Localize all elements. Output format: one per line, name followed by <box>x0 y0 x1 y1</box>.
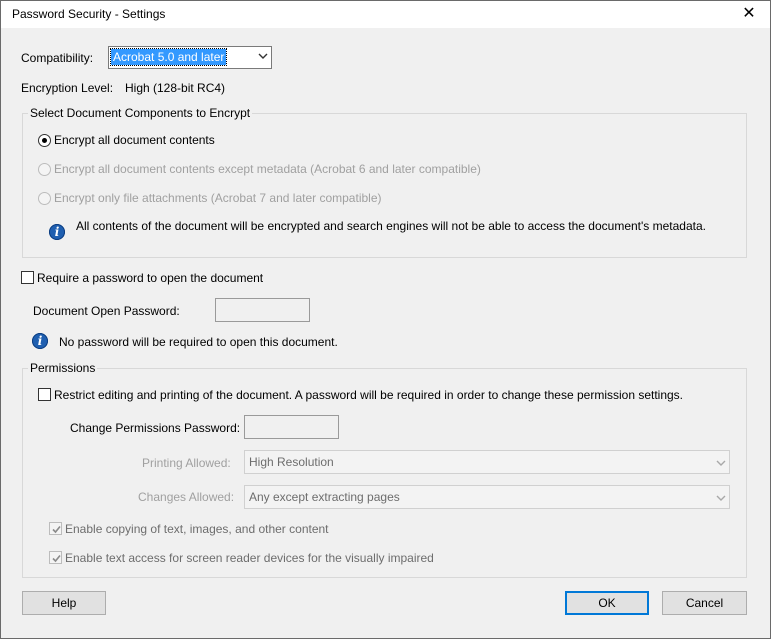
restrict-editing-checkbox[interactable] <box>38 388 51 401</box>
radio-encrypt-all-label[interactable]: Encrypt all document contents <box>54 133 215 147</box>
changes-allowed-select[interactable]: Any except extracting pages <box>244 485 730 509</box>
chevron-down-icon <box>716 460 726 466</box>
open-password-input[interactable] <box>215 298 310 322</box>
radio-encrypt-attachments-label[interactable]: Encrypt only file attachments (Acrobat 7… <box>54 191 382 205</box>
components-info-text: All contents of the document will be enc… <box>76 219 706 233</box>
change-permissions-password-label: Change Permissions Password: <box>70 421 241 435</box>
help-button[interactable]: Help <box>22 591 106 615</box>
radio-encrypt-except-metadata[interactable] <box>38 163 51 176</box>
checkmark-icon <box>52 554 61 563</box>
printing-allowed-label: Printing Allowed: <box>142 456 231 470</box>
change-permissions-password-input[interactable] <box>244 415 339 439</box>
radio-encrypt-all[interactable] <box>38 134 51 147</box>
enable-copying-checkbox[interactable] <box>49 522 62 535</box>
chevron-down-icon <box>716 495 726 501</box>
enable-screen-reader-label[interactable]: Enable text access for screen reader dev… <box>65 551 434 565</box>
compatibility-label: Compatibility: <box>21 51 94 65</box>
close-button[interactable]: ✕ <box>737 3 761 25</box>
changes-allowed-label: Changes Allowed: <box>138 490 235 504</box>
encryption-level-label: Encryption Level: <box>21 81 114 95</box>
cancel-button[interactable]: Cancel <box>662 591 747 615</box>
require-open-password-label[interactable]: Require a password to open the document <box>37 271 263 285</box>
permissions-legend: Permissions <box>28 361 98 375</box>
radio-encrypt-attachments[interactable] <box>38 192 51 205</box>
restrict-editing-label[interactable]: Restrict editing and printing of the doc… <box>54 388 683 402</box>
encryption-level-value: High (128-bit RC4) <box>125 81 226 95</box>
require-open-password-checkbox[interactable] <box>21 271 34 284</box>
window-title: Password Security - Settings <box>12 7 166 21</box>
ok-button[interactable]: OK <box>565 591 649 615</box>
info-icon: i <box>49 224 65 240</box>
chevron-down-icon <box>258 53 268 59</box>
checkmark-icon <box>52 525 61 534</box>
printing-allowed-value: High Resolution <box>249 455 334 469</box>
enable-screen-reader-checkbox[interactable] <box>49 551 62 564</box>
radio-encrypt-except-metadata-label[interactable]: Encrypt all document contents except met… <box>54 162 481 176</box>
components-legend: Select Document Components to Encrypt <box>28 106 253 120</box>
open-password-field-label: Document Open Password: <box>33 304 180 318</box>
enable-copying-label[interactable]: Enable copying of text, images, and othe… <box>65 522 329 536</box>
open-password-info-text: No password will be required to open thi… <box>59 335 338 349</box>
compatibility-select[interactable]: Acrobat 5.0 and later <box>108 46 272 69</box>
info-icon: i <box>32 333 48 349</box>
compatibility-value: Acrobat 5.0 and later <box>109 48 228 66</box>
changes-allowed-value: Any except extracting pages <box>249 490 400 504</box>
printing-allowed-select[interactable]: High Resolution <box>244 450 730 474</box>
